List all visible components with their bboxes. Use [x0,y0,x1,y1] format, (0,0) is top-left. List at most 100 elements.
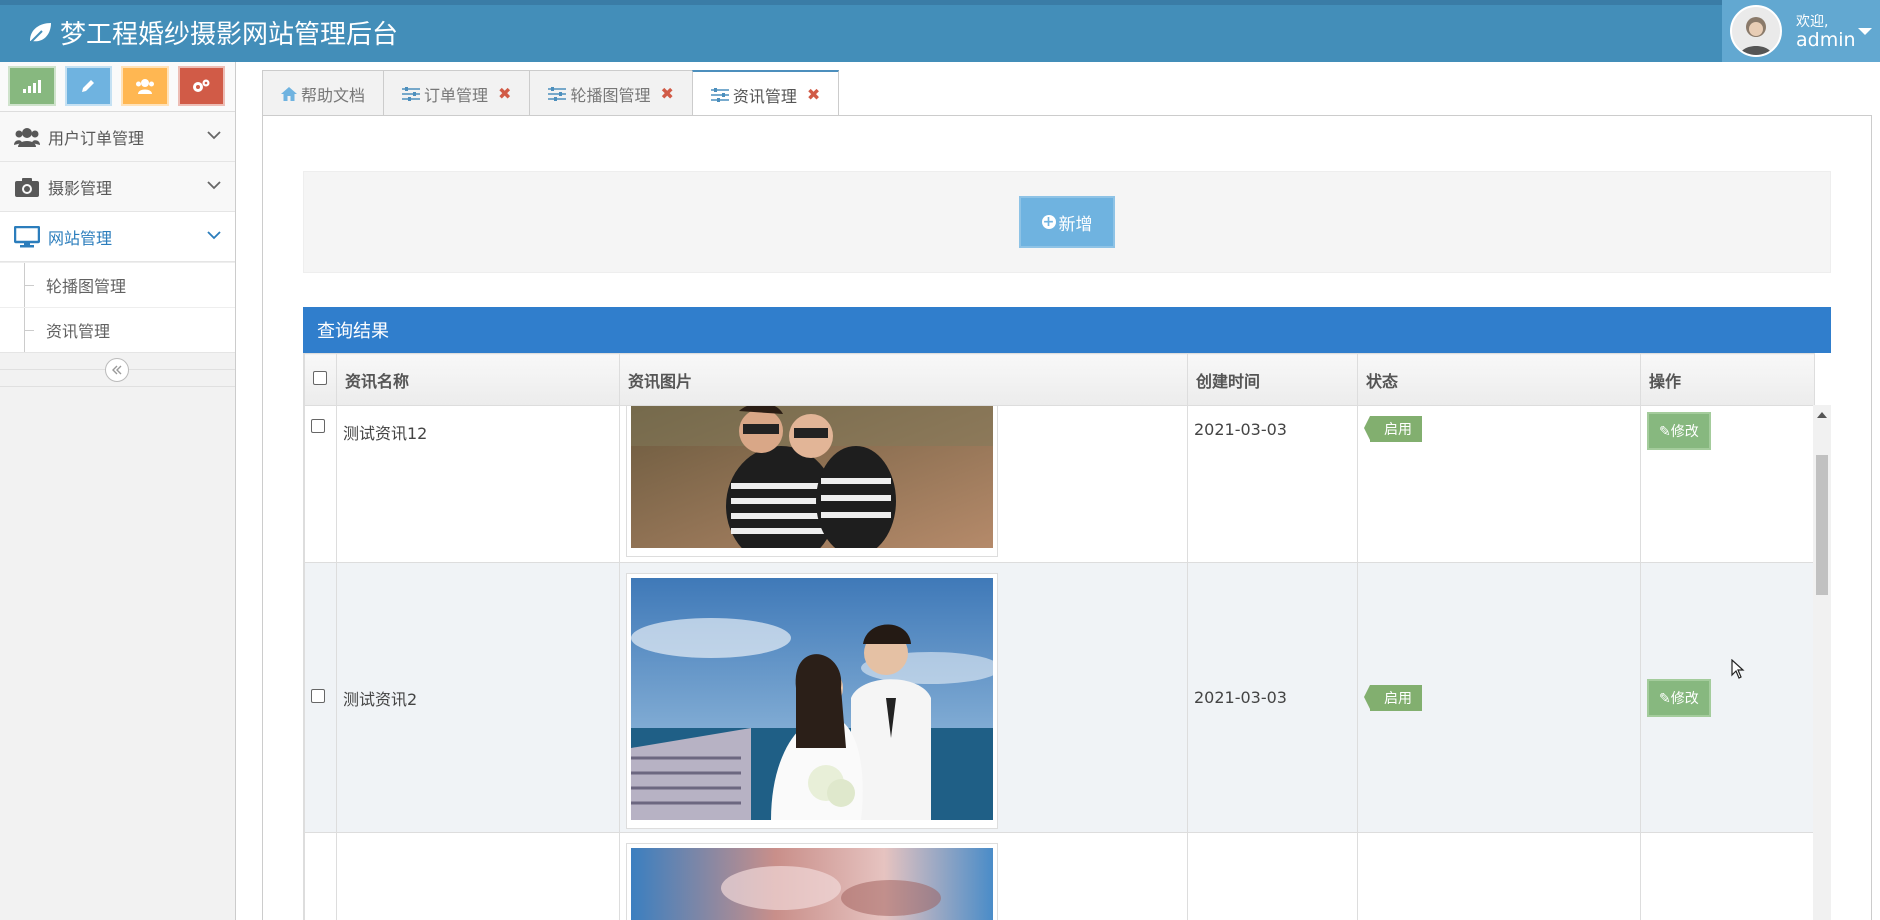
close-icon[interactable]: ✖ [498,84,511,103]
news-name: 测试资讯2 [336,562,620,833]
news-image-cell [619,562,1188,833]
status-cell [1357,832,1641,920]
column-header[interactable]: 状态 [1357,353,1641,406]
header-topline [0,0,1880,5]
tab-label: 帮助文档 [301,85,366,105]
couple-seaside-photo [631,578,1001,820]
scroll-up-arrow-icon[interactable] [1817,412,1827,418]
shortcut-users-button[interactable] [121,66,169,106]
add-button[interactable]: + 新增 [1019,196,1115,248]
user-avatar-icon [1740,17,1772,55]
row-checkbox[interactable] [311,419,325,433]
action-cell [1640,832,1815,920]
tab-orders[interactable]: 订单管理 ✖ [383,70,531,116]
chevron-down-icon [207,231,221,240]
chevron-down-icon [207,131,221,140]
edit-icon: ✎ [1659,424,1671,440]
blurred-photo [631,848,993,920]
edit-button[interactable]: ✎修改 [1647,678,1711,717]
submenu-item-news[interactable]: 资讯管理 [0,307,235,352]
sidebar: 用户订单管理 摄影管理 网站管理 轮播图管理 资讯管理 [0,62,236,920]
scrollbar-thumb[interactable] [1816,455,1828,595]
sliders-icon [548,86,567,101]
created-time: 2021-03-03 [1187,405,1358,563]
users-icon [14,126,40,148]
results-table-container[interactable]: 资讯名称 资讯图片 创建时间 状态 操作 测试资讯12 2021-03-03 启… [303,353,1831,920]
tab-bar: 帮助文档 订单管理 ✖ 轮播图管理 ✖ 资讯管理 ✖ [262,70,840,117]
nav-label: 网站管理 [48,228,113,248]
table-row: 测试资讯12 2021-03-03 启用 ✎修改 [304,403,1815,566]
collapse-sidebar-button[interactable] [105,358,129,382]
tab-label: 资讯管理 [732,86,797,106]
tab-label: 轮播图管理 [570,85,651,105]
row-select-cell [304,832,337,920]
news-image-cell [619,832,1188,920]
close-icon[interactable]: ✖ [807,85,820,104]
row-checkbox[interactable] [311,689,325,703]
submenu-item-banner[interactable]: 轮播图管理 [0,262,235,307]
news-image-frame [626,573,1001,829]
signal-icon [22,80,41,93]
status-badge: 启用 [1364,684,1422,711]
caret-down-icon[interactable] [1858,28,1872,35]
sidebar-collapse-bar [0,353,235,387]
app-header: 梦工程婚纱摄影网站管理后台 欢迎, admin [0,0,1880,62]
column-header[interactable]: 操作 [1640,353,1815,406]
double-angle-left-icon [112,365,122,375]
status-cell: 启用 [1357,562,1641,833]
group-icon [135,79,154,94]
nav-label: 用户订单管理 [48,128,145,148]
row-select-cell [304,405,337,563]
brand[interactable]: 梦工程婚纱摄影网站管理后台 [26,14,398,51]
home-icon [281,86,297,101]
select-all-cell [304,353,337,406]
table-scrollbar[interactable] [1813,405,1831,920]
close-icon[interactable]: ✖ [660,84,673,103]
results-table: 资讯名称 资讯图片 创建时间 状态 操作 测试资讯12 2021-03-03 启… [304,353,1815,920]
avatar [1730,5,1782,57]
news-name: 测试资讯12 [336,405,620,563]
pencil-icon [82,80,95,92]
column-header[interactable]: 资讯名称 [336,353,620,406]
nav-photography[interactable]: 摄影管理 [0,162,235,212]
edit-label: 修改 [1670,424,1699,440]
nav-website[interactable]: 网站管理 [0,212,235,262]
news-name [336,832,620,920]
tab-help[interactable]: 帮助文档 [262,70,385,116]
column-header[interactable]: 创建时间 [1187,353,1358,406]
desktop-icon [14,225,40,248]
user-menu[interactable]: 欢迎, admin [1722,0,1880,62]
action-cell: ✎修改 [1640,562,1815,833]
shortcut-settings-button[interactable] [177,66,225,106]
toolbar: + 新增 [303,171,1831,273]
action-cell: ✎修改 [1640,405,1815,563]
news-image-frame [626,843,998,920]
main-content: 帮助文档 订单管理 ✖ 轮播图管理 ✖ 资讯管理 ✖ + 新增 查询结果 资讯名… [237,62,1880,920]
shortcut-edit-button[interactable] [64,66,112,106]
table-header-row: 资讯名称 资讯图片 创建时间 状态 操作 [304,353,1815,406]
created-time [1187,832,1358,920]
nav-user-orders[interactable]: 用户订单管理 [0,112,235,162]
plus-circle-icon: + [1041,214,1056,230]
sliders-icon [710,87,729,102]
status-cell: 启用 [1357,405,1641,563]
select-all-checkbox[interactable] [313,371,327,385]
status-badge: 启用 [1364,416,1422,442]
shortcut-stats-button[interactable] [8,66,56,106]
nav-label: 摄影管理 [48,178,113,198]
leaf-icon [28,22,51,45]
tab-news[interactable]: 资讯管理 ✖ [691,70,840,117]
column-header[interactable]: 资讯图片 [619,353,1188,406]
edit-label: 修改 [1670,690,1699,707]
created-time: 2021-03-03 [1187,562,1358,833]
edit-button[interactable]: ✎修改 [1647,412,1711,450]
add-button-label: 新增 [1058,214,1093,235]
tab-banner[interactable]: 轮播图管理 ✖ [529,70,693,116]
mouse-cursor-icon [1731,659,1745,679]
tab-label: 订单管理 [424,85,489,105]
username: admin [1796,29,1856,51]
sliders-icon [402,86,421,101]
result-header: 查询结果 [303,307,1831,353]
couple-beach-photo [631,403,993,566]
app-title: 梦工程婚纱摄影网站管理后台 [60,20,399,50]
